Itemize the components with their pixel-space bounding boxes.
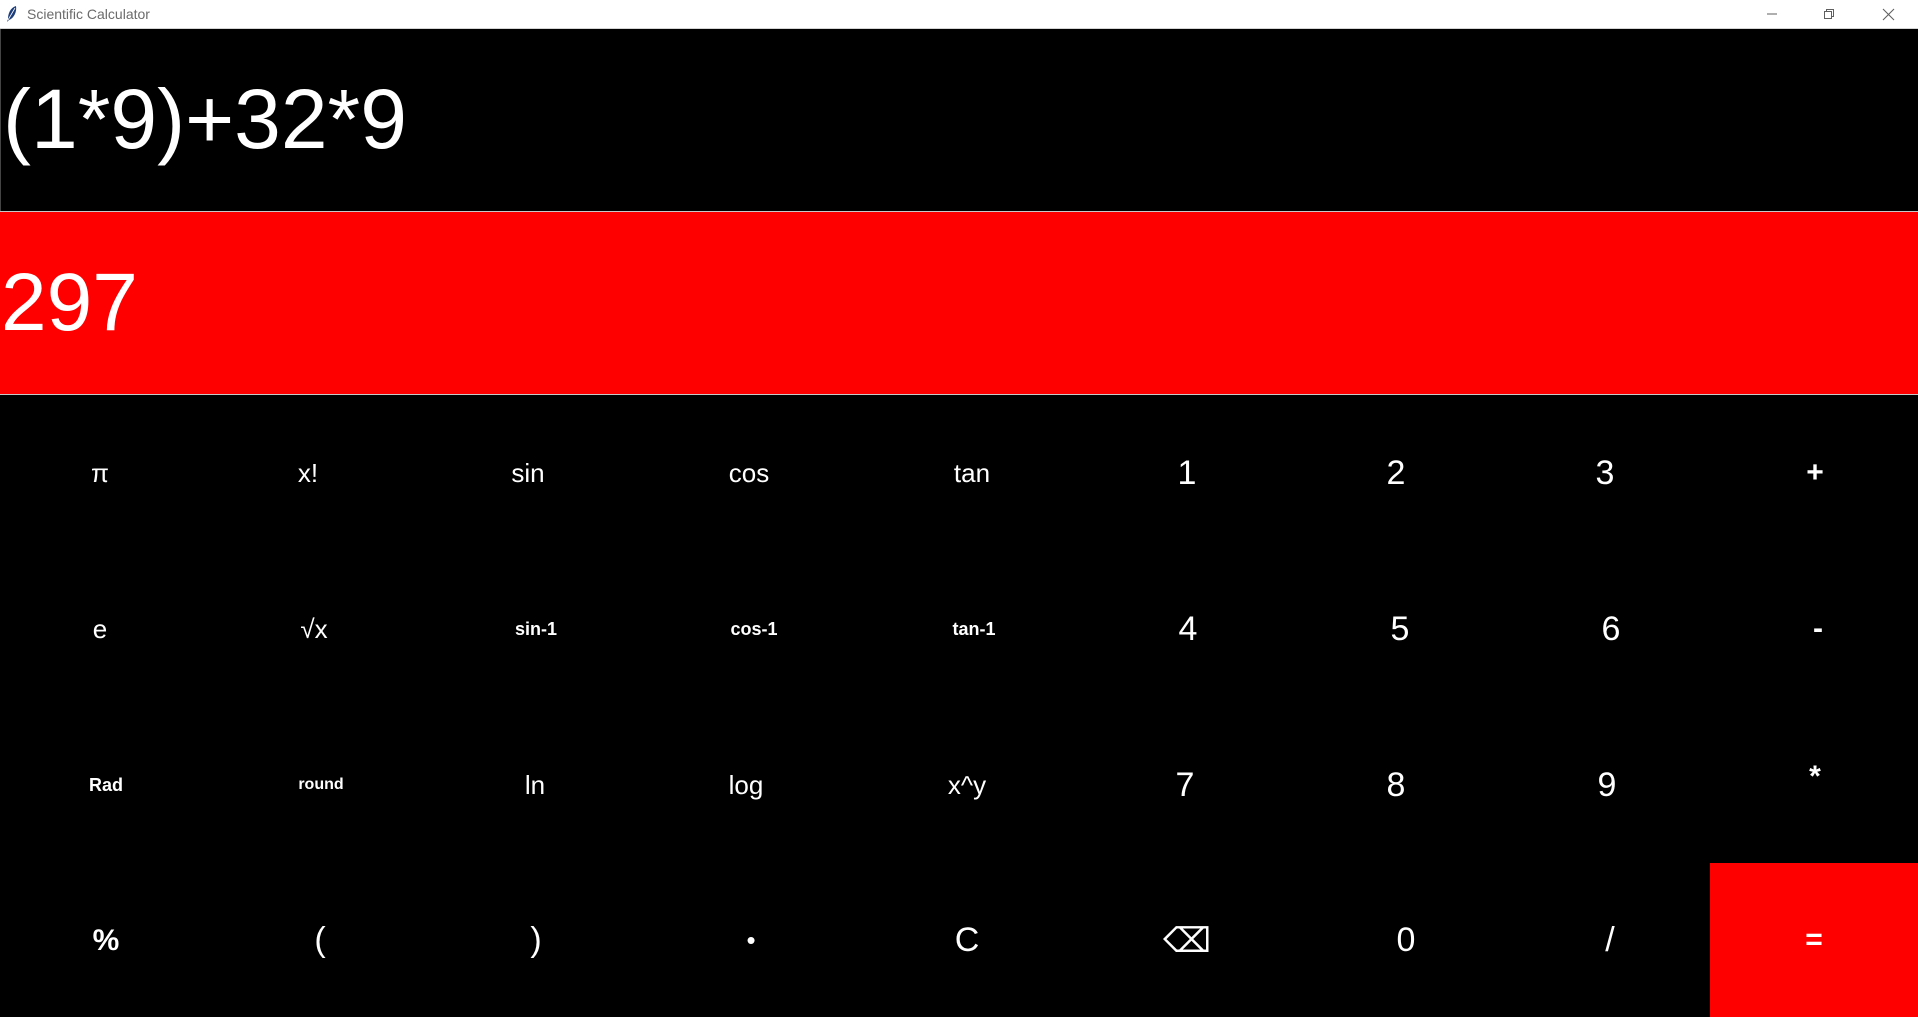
key-rad[interactable]: Rad xyxy=(6,707,206,863)
key-atan[interactable]: tan-1 xyxy=(874,551,1074,707)
key-sqrt[interactable]: √x xyxy=(214,551,414,707)
key-clear[interactable]: C xyxy=(867,864,1067,1017)
key-asin[interactable]: sin-1 xyxy=(436,551,636,707)
key-factorial[interactable]: x! xyxy=(208,395,408,551)
key-close-paren[interactable]: ) xyxy=(436,864,636,1017)
keypad: π x! sin cos tan 1 2 3 + e √x sin-1 cos-… xyxy=(0,395,1918,1017)
expression-display: (1*9)+32*9 xyxy=(0,29,1918,211)
restore-icon xyxy=(1824,9,1834,19)
key-acos[interactable]: cos-1 xyxy=(654,551,854,707)
key-8[interactable]: 8 xyxy=(1296,707,1496,863)
key-decimal[interactable]: • xyxy=(651,864,851,1017)
window-titlebar: Scientific Calculator xyxy=(0,0,1918,29)
key-power[interactable]: x^y xyxy=(867,707,1067,863)
key-log[interactable]: log xyxy=(646,707,846,863)
key-minus[interactable]: - xyxy=(1718,551,1918,707)
key-round[interactable]: round xyxy=(221,707,421,863)
key-6[interactable]: 6 xyxy=(1511,551,1711,707)
key-5[interactable]: 5 xyxy=(1300,551,1500,707)
key-multiply[interactable]: * xyxy=(1715,699,1915,855)
key-9[interactable]: 9 xyxy=(1507,707,1707,863)
restore-button[interactable] xyxy=(1801,0,1857,28)
key-0[interactable]: 0 xyxy=(1306,864,1506,1017)
key-4[interactable]: 4 xyxy=(1088,551,1288,707)
minimize-button[interactable] xyxy=(1744,0,1800,28)
key-1[interactable]: 1 xyxy=(1087,395,1287,551)
key-sin[interactable]: sin xyxy=(428,395,628,551)
key-cos[interactable]: cos xyxy=(649,395,849,551)
key-e[interactable]: e xyxy=(0,551,200,707)
expression-text: (1*9)+32*9 xyxy=(3,72,407,166)
key-7[interactable]: 7 xyxy=(1085,707,1285,863)
result-text: 297 xyxy=(1,257,138,348)
key-divide[interactable]: / xyxy=(1510,864,1710,1017)
key-backspace[interactable]: ⌫ xyxy=(1087,864,1287,1017)
key-ln[interactable]: ln xyxy=(435,707,635,863)
key-tan[interactable]: tan xyxy=(872,395,1072,551)
key-2[interactable]: 2 xyxy=(1296,395,1496,551)
key-equals[interactable]: = xyxy=(1710,863,1918,1017)
key-3[interactable]: 3 xyxy=(1505,395,1705,551)
key-open-paren[interactable]: ( xyxy=(220,864,420,1017)
feather-icon xyxy=(7,6,17,22)
minimize-icon xyxy=(1767,13,1777,15)
close-icon xyxy=(1882,8,1894,20)
key-plus[interactable]: + xyxy=(1715,395,1915,551)
result-display: 297 xyxy=(0,211,1918,395)
close-button[interactable] xyxy=(1860,0,1916,28)
key-percent[interactable]: % xyxy=(6,864,206,1017)
key-pi[interactable]: π xyxy=(0,395,200,551)
window-title: Scientific Calculator xyxy=(27,6,150,22)
